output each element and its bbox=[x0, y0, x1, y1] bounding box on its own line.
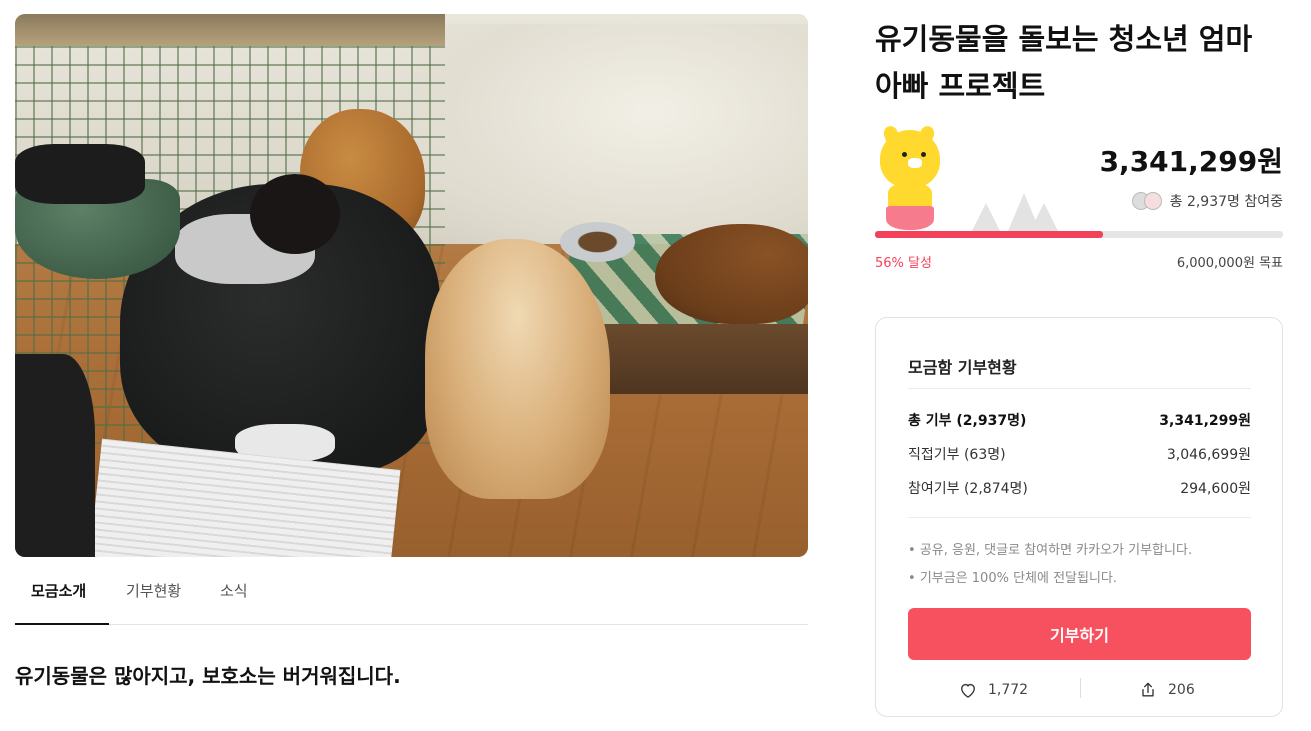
row-label: 참여기부 (2,874명) bbox=[908, 481, 1028, 497]
tab-donation-status[interactable]: 기부현황 bbox=[126, 570, 181, 625]
note-text: 기부금은 100% 단체에 전달됩니다. bbox=[919, 571, 1118, 586]
avatar-group bbox=[1131, 192, 1164, 210]
mountain-icon bbox=[1030, 203, 1058, 231]
note-item: • 기부금은 100% 단체에 전달됩니다. bbox=[908, 571, 1118, 586]
mascot-icon bbox=[878, 124, 942, 230]
row-value: 294,600원 bbox=[1180, 481, 1251, 497]
participants-count: 총 2,937명 참여중 bbox=[1131, 191, 1283, 211]
photo-cage-top bbox=[15, 14, 445, 46]
participants-text: 총 2,937명 참여중 bbox=[1169, 194, 1283, 210]
active-tab-indicator bbox=[15, 623, 109, 625]
share-count: 206 bbox=[1168, 682, 1195, 698]
photo-dog-lying bbox=[655, 224, 808, 324]
photo-wall-stain bbox=[415, 24, 808, 244]
photo-arm bbox=[15, 144, 145, 204]
progress-percent: 56% 달성 bbox=[875, 256, 932, 271]
participation-donation-row: 참여기부 (2,874명) 294,600원 bbox=[908, 478, 1251, 498]
action-bar: 1,772 206 bbox=[908, 676, 1251, 704]
tab-news[interactable]: 소식 bbox=[220, 570, 248, 625]
tab-bar: 모금소개 기부현황 소식 bbox=[15, 570, 808, 625]
share-icon bbox=[1142, 682, 1154, 697]
note-item: • 공유, 응원, 댓글로 참여하면 카카오가 기부합니다. bbox=[908, 543, 1193, 558]
photo-long-haired-dog bbox=[425, 239, 610, 499]
photo-food-bowl bbox=[560, 222, 635, 262]
row-label: 직접기부 (63명) bbox=[908, 447, 1006, 463]
raised-amount: 3,341,299원 bbox=[1099, 145, 1283, 178]
page: 모금소개 기부현황 소식 유기동물은 많아지고, 보호소는 버거워집니다. 유기… bbox=[0, 0, 1311, 731]
row-value: 3,046,699원 bbox=[1166, 447, 1251, 463]
direct-donation-row: 직접기부 (63명) 3,046,699원 bbox=[908, 444, 1251, 464]
card-title: 모금함 기부현황 bbox=[908, 358, 1017, 377]
mountain-icon bbox=[972, 203, 1000, 231]
like-button[interactable]: 1,772 bbox=[958, 680, 1028, 700]
row-label: 총 기부 (2,937명) bbox=[908, 413, 1027, 429]
photo-figure bbox=[15, 354, 95, 557]
note-text: 공유, 응원, 댓글로 참여하면 카카오가 기부합니다. bbox=[919, 543, 1193, 558]
progress-fill bbox=[875, 231, 1104, 238]
campaign-title: 유기동물을 돌보는 청소년 엄마 아빠 프로젝트 bbox=[875, 22, 1253, 103]
goal-amount: 6,000,000원 목표 bbox=[1176, 256, 1283, 271]
photo-head bbox=[250, 174, 340, 254]
progress-bar bbox=[875, 231, 1283, 238]
intro-heading: 유기동물은 많아지고, 보호소는 버거워집니다. bbox=[15, 664, 401, 688]
divider bbox=[1080, 678, 1081, 698]
total-donation-row: 총 기부 (2,937명) 3,341,299원 bbox=[908, 410, 1251, 430]
divider bbox=[908, 388, 1251, 389]
donation-status-card: 모금함 기부현황 총 기부 (2,937명) 3,341,299원 직접기부 (… bbox=[875, 317, 1283, 717]
like-count: 1,772 bbox=[988, 682, 1029, 698]
avatar bbox=[1143, 192, 1162, 210]
heart-icon bbox=[961, 683, 975, 698]
donate-button[interactable]: 기부하기 bbox=[908, 608, 1251, 660]
campaign-photo bbox=[15, 14, 808, 557]
row-value: 3,341,299원 bbox=[1159, 413, 1251, 429]
divider bbox=[908, 517, 1251, 518]
tab-intro[interactable]: 모금소개 bbox=[31, 570, 86, 625]
share-button[interactable]: 206 bbox=[1138, 680, 1195, 700]
